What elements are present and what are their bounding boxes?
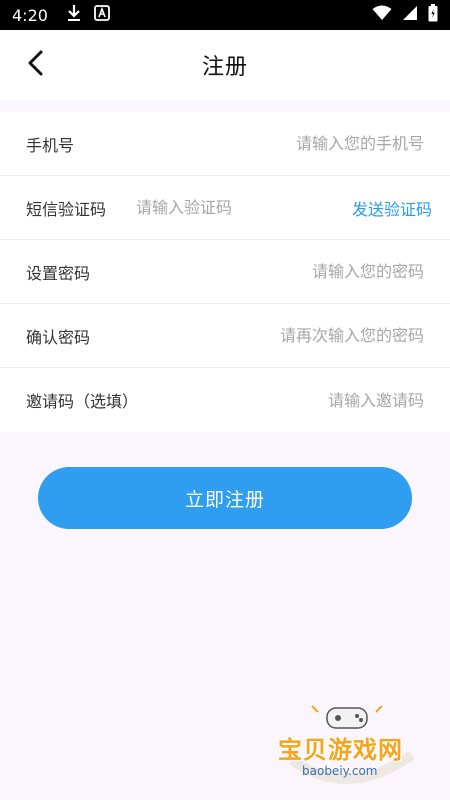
download-icon [66,4,82,26]
phone-input[interactable] [74,134,424,153]
watermark-text: 宝贝游戏网 [278,736,403,764]
back-button[interactable] [18,48,52,82]
confirm-password-row: 确认密码 [0,304,450,368]
chevron-left-icon [25,49,45,81]
wifi-icon [372,5,392,25]
invite-code-input[interactable] [138,390,424,410]
send-code-button[interactable]: 发送验证码 [352,196,432,220]
invite-code-row: 邀请码（选填） [0,368,450,432]
status-bar: 4:20 [0,0,450,30]
page-title: 注册 [201,55,248,80]
watermark-url: baobeiy.com [302,764,378,778]
confirm-password-input[interactable] [90,326,424,345]
register-button[interactable]: 立即注册 [38,467,412,529]
sms-code-input[interactable] [136,198,337,217]
watermark: 宝贝游戏网 baobeiy.com [272,700,422,792]
password-row: 设置密码 [0,240,450,304]
sms-code-row: 短信验证码 发送验证码 [0,176,450,240]
status-right-icons [372,4,438,26]
nav-bar: 注册 [0,30,450,100]
phone-label: 手机号 [26,135,75,155]
status-left-icons [66,4,110,26]
battery-icon [428,4,438,26]
confirm-password-label: 确认密码 [26,327,91,347]
a-badge-icon [94,5,110,25]
password-label: 设置密码 [26,263,91,283]
sms-code-label: 短信验证码 [26,199,107,219]
status-time: 4:20 [12,5,48,25]
phone-row: 手机号 [0,112,450,176]
password-input[interactable] [90,262,424,281]
register-form: 手机号 短信验证码 发送验证码 设置密码 确认密码 邀请码（选填） [0,112,450,432]
signal-icon [402,5,418,25]
invite-code-label: 邀请码（选填） [26,392,139,411]
